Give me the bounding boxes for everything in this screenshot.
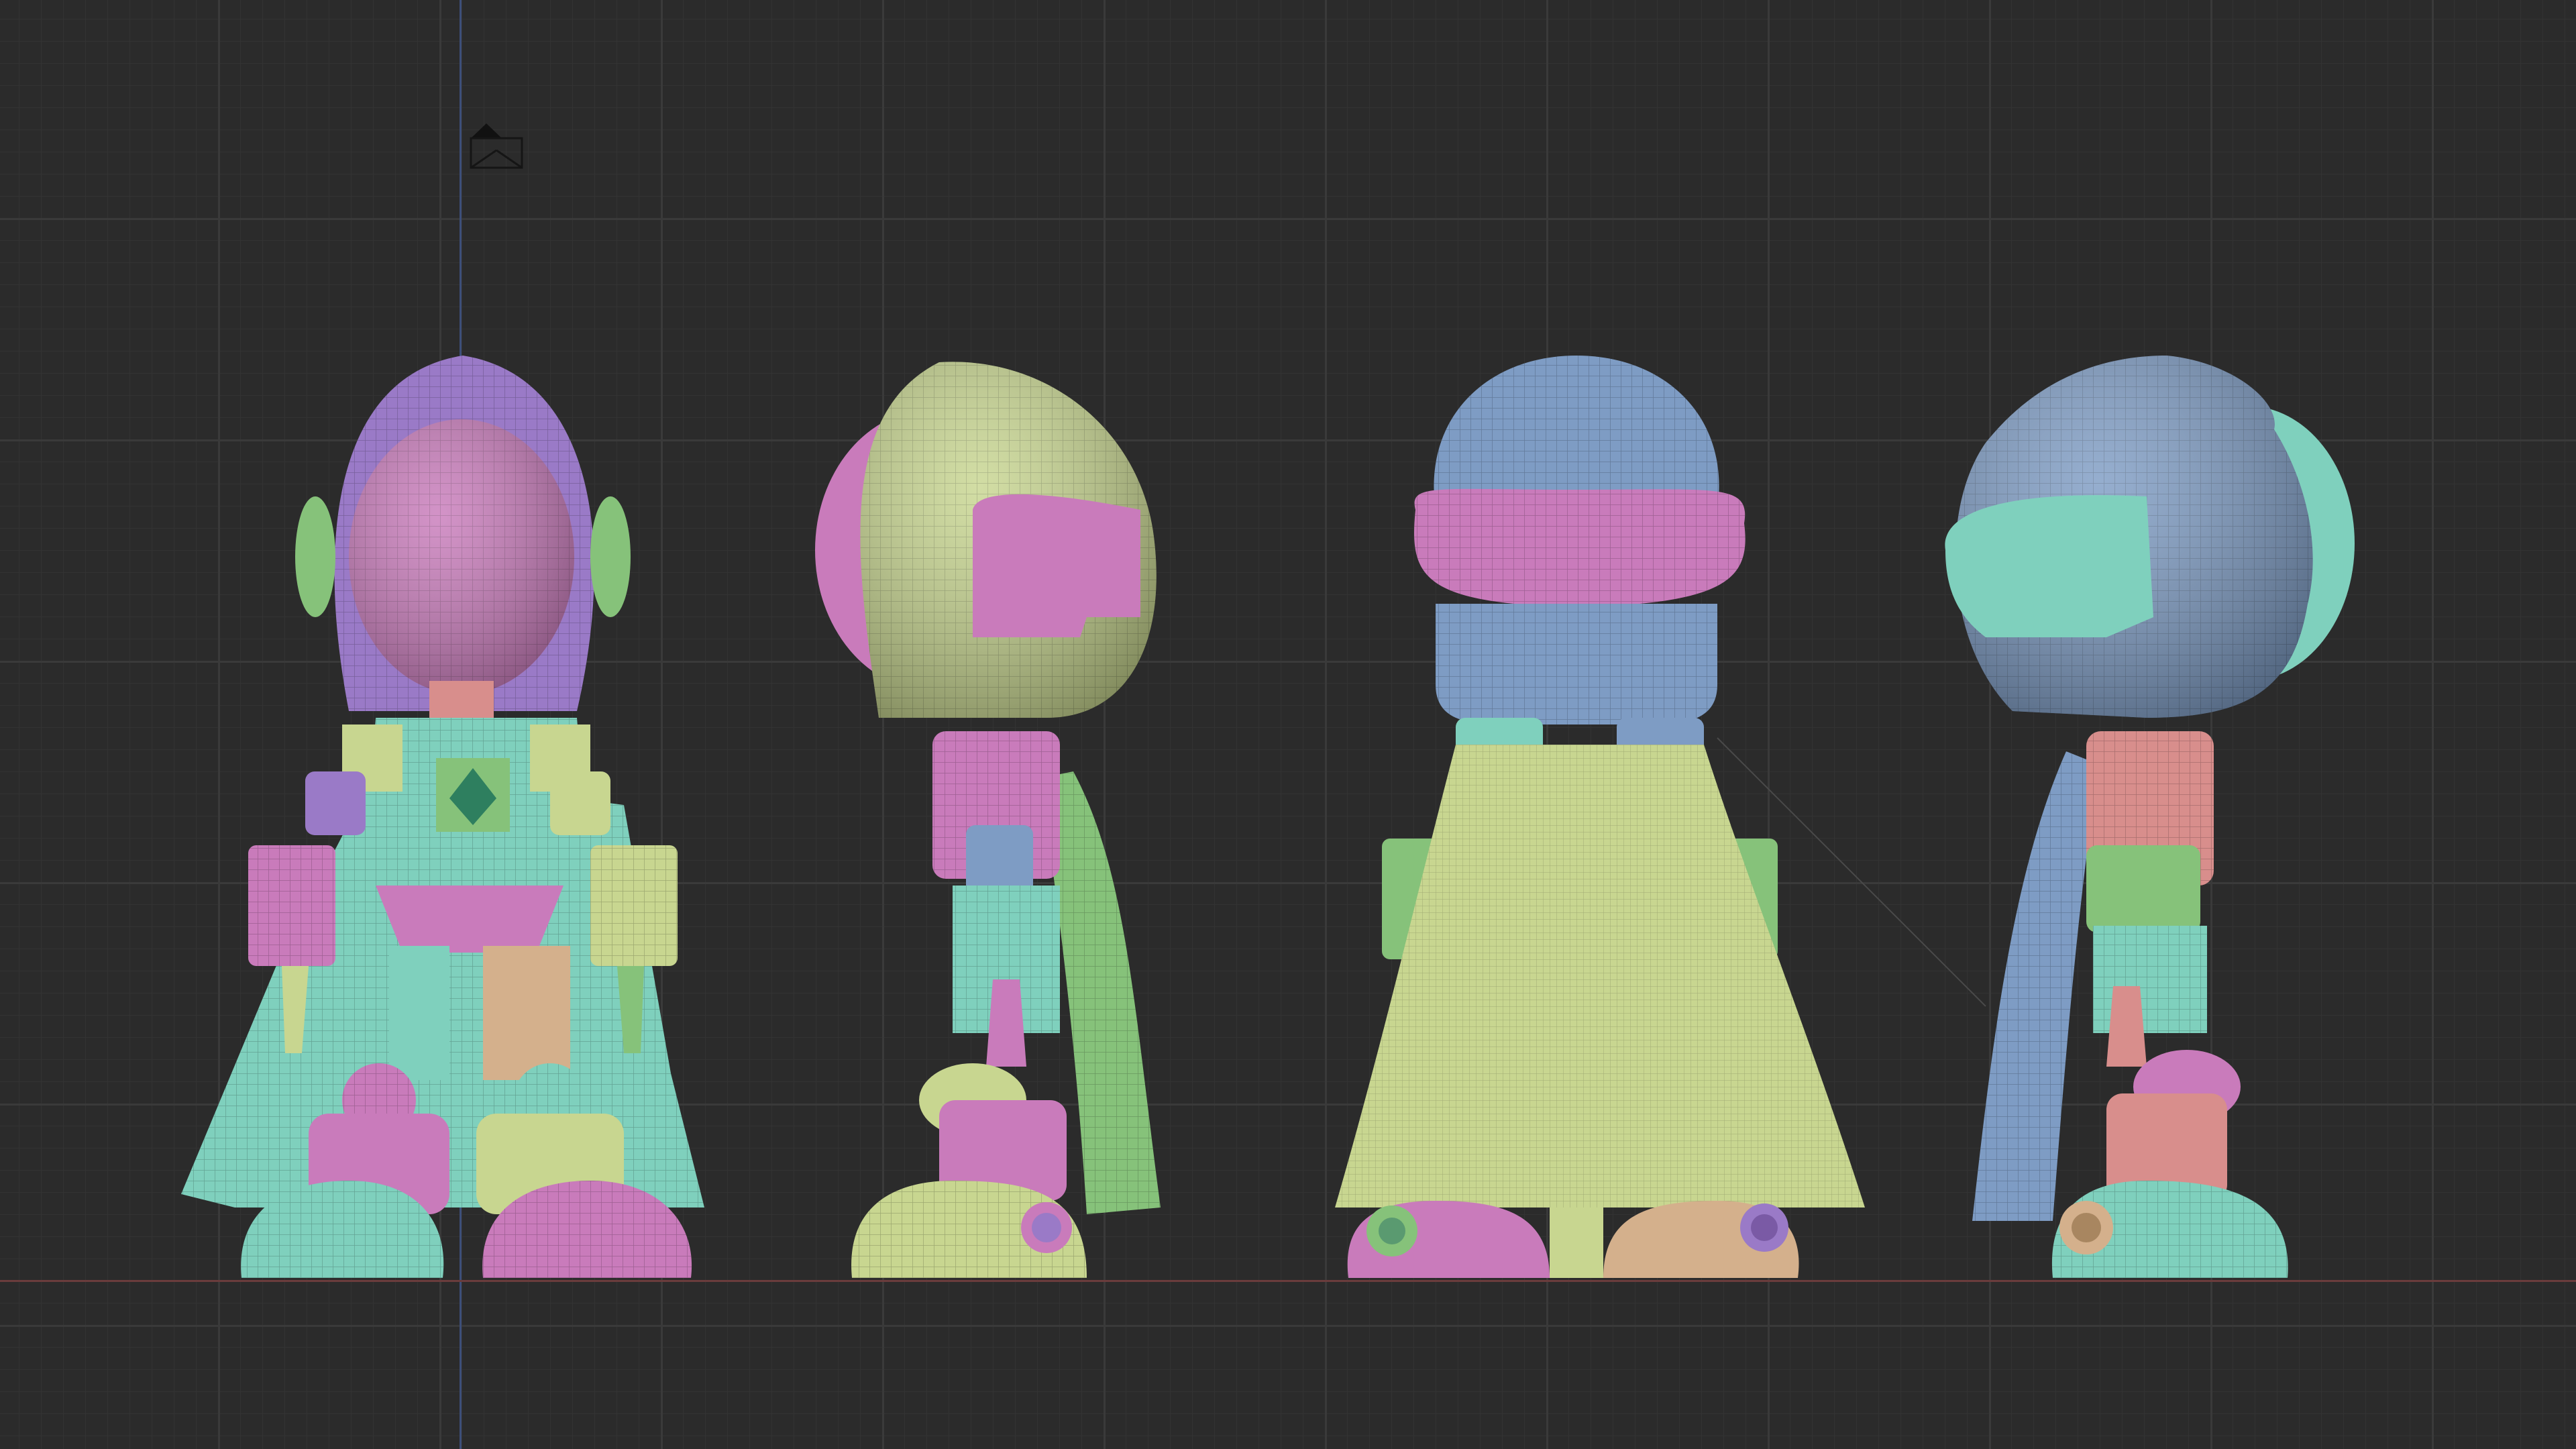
character-front-view[interactable] <box>181 356 704 1278</box>
3d-viewport[interactable] <box>0 0 2576 1449</box>
character-side-right-view[interactable] <box>815 362 1161 1278</box>
model-views <box>181 356 2355 1278</box>
character-side-left-view[interactable] <box>1945 356 2355 1278</box>
character-back-view[interactable] <box>1335 356 1986 1278</box>
